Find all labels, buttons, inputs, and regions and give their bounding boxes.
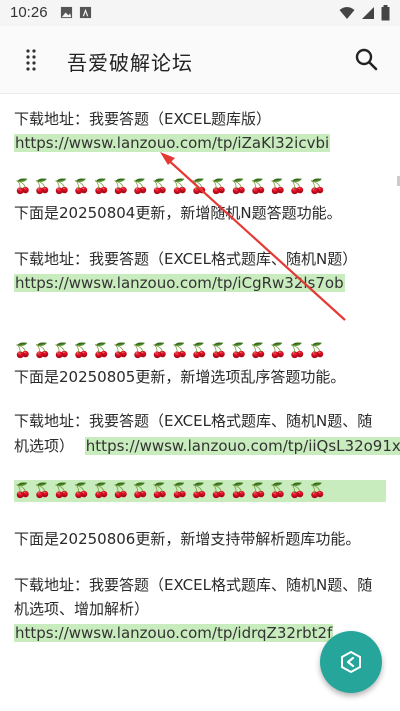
post-link-line: https://wwsw.lanzouo.com/tp/idrqZ32rbt2f — [14, 622, 334, 644]
battery-icon — [381, 5, 390, 21]
gallery-notification-icon — [60, 6, 73, 19]
post-text: 机选项） — [14, 437, 75, 455]
post-link-line: https://wwsw.lanzouo.com/tp/iCgRw32ls7ob — [14, 272, 345, 294]
menu-dots-icon[interactable] — [24, 48, 38, 72]
download-link-3[interactable]: https://wwsw.lanzouo.com/tp/iiQsL32o91xi — [84, 437, 400, 455]
download-link-1[interactable]: https://wwsw.lanzouo.com/tp/iZaKl32icvbi — [14, 134, 331, 152]
post-text-line: 下载地址：我要答题（EXCEL题库版） — [14, 108, 271, 130]
status-time: 10:26 — [10, 4, 48, 21]
cherry-divider: 🍒🍒🍒🍒🍒🍒🍒🍒🍒🍒🍒🍒🍒🍒🍒🍒 — [14, 179, 329, 195]
app-bar: 吾爱破解论坛 — [0, 26, 400, 94]
back-to-top-button[interactable] — [320, 631, 382, 693]
post-text: 下面是20250804更新，新增随机N题答题功能。 — [14, 204, 342, 222]
post-text-line: 下载地址：我要答题（EXCEL格式题库、随机N题） — [14, 248, 357, 270]
post-text: 下载地址：我要答题（EXCEL题库版） — [14, 110, 271, 128]
signal-icon — [362, 7, 374, 19]
status-notification-icons — [60, 6, 92, 19]
post-text: 下载地址：我要答题（EXCEL格式题库、随机N题、随 — [14, 576, 373, 594]
search-icon[interactable] — [354, 47, 378, 71]
wifi-icon — [339, 7, 355, 19]
cherry-divider-highlighted: 🍒🍒🍒🍒🍒🍒🍒🍒🍒🍒🍒🍒🍒🍒🍒🍒 — [14, 480, 386, 502]
post-text-line: 下面是20250805更新，新增选项乱序答题功能。 — [14, 366, 345, 388]
app-notification-icon — [79, 6, 92, 19]
post-text: 下面是20250806更新，新增支持带解析题库功能。 — [14, 530, 361, 548]
post-text-line: 下面是20250804更新，新增随机N题答题功能。 — [14, 202, 342, 224]
post-text: 下载地址：我要答题（EXCEL格式题库、随机N题） — [14, 250, 358, 268]
post-link-line: https://wwsw.lanzouo.com/tp/iZaKl32icvbi — [14, 132, 331, 154]
status-bar: 10:26 — [0, 0, 400, 26]
post-text: 下面是20250805更新，新增选项乱序答题功能。 — [14, 368, 346, 386]
download-link-4[interactable]: https://wwsw.lanzouo.com/tp/idrqZ32rbt2f — [14, 624, 334, 642]
post-content: 下载地址：我要答题（EXCEL题库版） https://wwsw.lanzouo… — [0, 94, 400, 711]
post-text: 机选项、增加解析） — [14, 600, 150, 618]
post-text-line: 下面是20250806更新，新增支持带解析题库功能。 — [14, 528, 360, 550]
post-text-line: 下载地址：我要答题（EXCEL格式题库、随机N题、随 — [14, 574, 372, 596]
post-text: 下载地址：我要答题（EXCEL格式题库、随机N题、随 — [14, 412, 373, 430]
post-text-line: 下载地址：我要答题（EXCEL格式题库、随机N题、随 — [14, 410, 372, 432]
back-to-top-icon — [341, 650, 361, 674]
cherry-divider: 🍒🍒🍒🍒🍒🍒🍒🍒🍒🍒🍒🍒🍒🍒🍒🍒 — [14, 343, 329, 359]
app-title: 吾爱破解论坛 — [67, 51, 193, 75]
download-link-2[interactable]: https://wwsw.lanzouo.com/tp/iCgRw32ls7ob — [14, 274, 345, 292]
post-mixed-line: 机选项） https://wwsw.lanzouo.com/tp/iiQsL32… — [14, 435, 400, 457]
status-system-icons — [339, 5, 390, 21]
post-text-line: 机选项、增加解析） — [14, 598, 149, 620]
